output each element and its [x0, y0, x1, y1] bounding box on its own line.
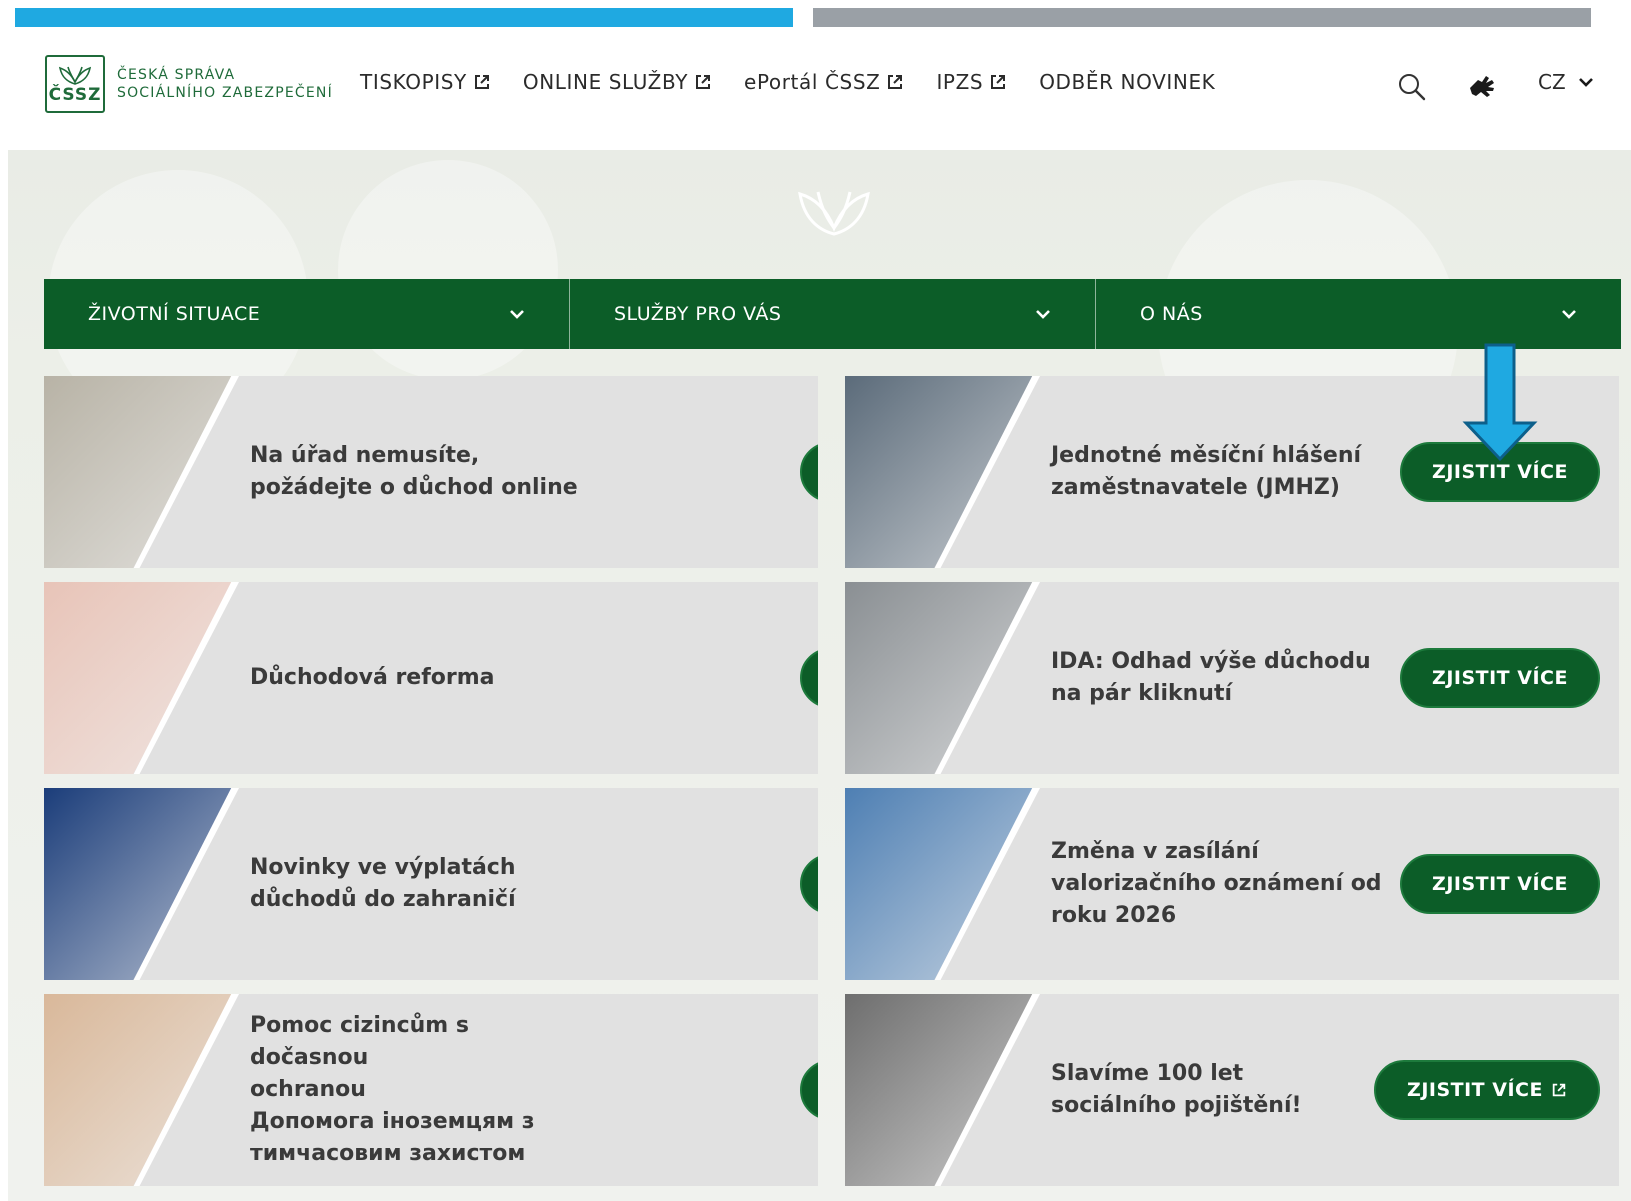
language-label: CZ	[1538, 70, 1566, 94]
card-title[interactable]: Slavíme 100 let sociálního pojištění!	[1051, 994, 1391, 1186]
nav-label: ONLINE SLUŽBY	[522, 70, 689, 94]
card-title[interactable]: Novinky ve výplatách důchodů do zahranič…	[250, 788, 590, 980]
logo-line-2: SOCIÁLNÍHO ZABEZPEČENÍ	[117, 85, 333, 101]
leaves-logo-icon	[798, 191, 870, 236]
search-icon[interactable]	[1397, 72, 1427, 102]
news-card: Důchodová reforma ZJISTIT VÍCE	[44, 582, 818, 774]
zjistit-vice-button[interactable]: ZJISTIT VÍCE	[1374, 1060, 1600, 1120]
menu-label: ŽIVOTNÍ SITUACE	[88, 303, 261, 325]
logo-text: ČESKÁ SPRÁVA SOCIÁLNÍHO ZABEZPEČENÍ	[117, 66, 333, 102]
main-nav: TISKOPISY ONLINE SLUŽBY ePortál ČSSZ IPZ…	[360, 70, 1247, 94]
site-header: ČSSZ ČESKÁ SPRÁVA SOCIÁLNÍHO ZABEZPEČENÍ…	[0, 40, 1631, 150]
nav-eportal[interactable]: ePortál ČSSZ	[744, 70, 904, 94]
sign-language-icon[interactable]	[1466, 72, 1498, 102]
news-card: Slavíme 100 let sociálního pojištění! ZJI…	[845, 994, 1619, 1186]
card-image	[44, 788, 234, 980]
button-label: ZJISTIT VÍCE	[1432, 667, 1568, 689]
card-title[interactable]: IDA: Odhad výše důchodu na pár kliknutí	[1051, 582, 1391, 774]
external-link-icon	[991, 75, 1006, 89]
news-card: Na úřad nemusíte, požádejte o důchod onl…	[44, 376, 818, 568]
blue-bar	[15, 8, 793, 27]
chevron-down-icon	[1578, 78, 1593, 87]
card-title[interactable]: Změna v zasílání valorizačního oznámení …	[1051, 788, 1391, 980]
zjistit-vice-button[interactable]: ZJISTIT VÍCE	[800, 442, 818, 502]
zjistit-vice-button[interactable]: ZJISTIT VÍCE	[1400, 854, 1600, 914]
card-image	[44, 376, 234, 568]
language-selector[interactable]: CZ	[1538, 70, 1594, 94]
chevron-down-icon	[1036, 310, 1050, 319]
menu-label: SLUŽBY PRO VÁS	[614, 303, 782, 325]
leaves-icon	[58, 66, 92, 85]
card-title[interactable]: Jednotné měsíční hlášení zaměstnavatele …	[1051, 376, 1391, 568]
nav-tiskopisy[interactable]: TISKOPISY	[360, 70, 491, 94]
logo-abbr: ČSSZ	[48, 85, 102, 105]
news-card: Pomoc cizincům s dočasnou ochranou Допом…	[44, 994, 818, 1186]
card-title[interactable]: Důchodová reforma	[250, 582, 590, 774]
button-label: ZJISTIT VÍCE	[1432, 873, 1568, 895]
top-progress-bars	[0, 0, 1631, 40]
nav-label: ePortál ČSSZ	[744, 70, 881, 94]
external-link-icon	[474, 75, 489, 89]
menu-sluzby-pro-vas[interactable]: SLUŽBY PRO VÁS	[570, 279, 1096, 349]
nav-online-sluzby[interactable]: ONLINE SLUŽBY	[523, 70, 712, 94]
menu-label: O NÁS	[1140, 303, 1203, 325]
card-image	[845, 788, 1035, 980]
logo-line-1: ČESKÁ SPRÁVA	[117, 67, 236, 83]
zjistit-vice-button[interactable]: ZJISTIT VÍCE	[800, 854, 818, 914]
gray-bar	[813, 8, 1591, 27]
news-card: IDA: Odhad výše důchodu na pár kliknutí Z…	[845, 582, 1619, 774]
external-link-icon	[1552, 1083, 1566, 1097]
main-menu-bar: ŽIVOTNÍ SITUACE SLUŽBY PRO VÁS O NÁS	[44, 279, 1621, 349]
button-label: ZJISTIT VÍCE	[1407, 1079, 1543, 1101]
card-title[interactable]: Pomoc cizincům s dočasnou ochranou Допом…	[250, 994, 590, 1186]
external-link-icon	[696, 75, 711, 89]
zjistit-vice-button[interactable]: ZJISTIT VÍCE	[800, 648, 818, 708]
zjistit-vice-button[interactable]: ZJISTIT VÍCE	[1400, 648, 1600, 708]
nav-label: TISKOPISY	[360, 70, 467, 94]
chevron-down-icon	[1562, 310, 1576, 319]
logo-emblem: ČSSZ	[45, 55, 105, 113]
card-image	[44, 582, 234, 774]
news-card: Novinky ve výplatách důchodů do zahranič…	[44, 788, 818, 980]
nav-label: ODBĚR NOVINEK	[1039, 70, 1216, 94]
zjistit-vice-button[interactable]: ZJISTIT VÍCE	[800, 1060, 818, 1120]
button-label: ZJISTIT VÍCE	[1432, 461, 1568, 483]
card-image	[44, 994, 234, 1186]
card-image	[845, 582, 1035, 774]
external-link-icon	[888, 75, 903, 89]
annotation-arrow-icon	[1462, 343, 1538, 462]
menu-o-nas[interactable]: O NÁS	[1096, 279, 1621, 349]
cssz-logo[interactable]: ČSSZ ČESKÁ SPRÁVA SOCIÁLNÍHO ZABEZPEČENÍ	[45, 55, 333, 113]
menu-zivotni-situace[interactable]: ŽIVOTNÍ SITUACE	[44, 279, 570, 349]
nav-label: IPZS	[936, 70, 984, 94]
nav-odber-novinek[interactable]: ODBĚR NOVINEK	[1039, 70, 1215, 94]
card-title[interactable]: Na úřad nemusíte, požádejte o důchod onl…	[250, 376, 590, 568]
news-card: Změna v zasílání valorizačního oznámení …	[845, 788, 1619, 980]
chevron-down-icon	[510, 310, 524, 319]
nav-ipzs[interactable]: IPZS	[936, 70, 1007, 94]
card-image	[845, 376, 1035, 568]
card-image	[845, 994, 1035, 1186]
